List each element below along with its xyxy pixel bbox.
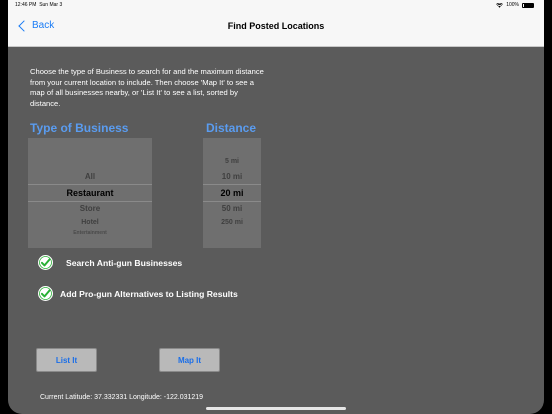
business-type-label: Type of Business [30,121,129,135]
picker-selection-line-top [28,184,152,185]
picker-option[interactable]: Hotel [28,219,152,226]
home-indicator[interactable] [206,407,346,410]
battery-percent: 100% [506,2,519,8]
picker-selection-line-bottom [203,201,261,202]
checkmark-icon[interactable] [38,286,53,301]
battery-icon [522,2,534,8]
picker-selection-line-bottom [28,201,152,202]
status-date: Sun Mar 3 [39,2,63,8]
checkmark-glyph [39,256,52,269]
current-location-text: Current Latitude: 37.332331 Longitude: -… [40,394,204,401]
anti-gun-checkbox-row[interactable]: Search Anti-gun Businesses [38,255,182,270]
map-it-button[interactable]: Map It [159,348,220,372]
checkmark-glyph [39,287,52,300]
list-it-button[interactable]: List It [36,348,97,372]
distance-label: Distance [206,121,257,135]
business-type-picker[interactable]: All Restaurant Store Hotel Entertainment [28,138,152,248]
status-time: 12:46 PM [15,2,37,8]
picker-option[interactable]: 5 mi [203,158,261,165]
picker-option-selected[interactable]: 20 mi [203,188,261,198]
picker-option[interactable]: 10 mi [203,172,261,181]
wifi-icon [496,2,504,8]
status-time-date: 12:46 PM Sun Mar 3 [15,2,62,8]
picker-option[interactable]: All [28,172,152,181]
picker-option-selected[interactable]: Restaurant [28,188,152,198]
pro-gun-checkbox-label: Add Pro-gun Alternatives to Listing Resu… [60,288,238,299]
pro-gun-checkbox-row[interactable]: Add Pro-gun Alternatives to Listing Resu… [38,286,238,301]
device-frame: 12:46 PM Sun Mar 3 100% Back Find Posted… [0,0,552,414]
distance-picker[interactable]: 5 mi 10 mi 20 mi 50 mi 250 mi [203,138,261,248]
anti-gun-checkbox-label: Search Anti-gun Businesses [66,257,183,268]
picker-option[interactable]: 250 mi [203,219,261,226]
picker-option[interactable]: Store [28,204,152,213]
status-indicators: 100% [496,2,534,8]
app-screen: 12:46 PM Sun Mar 3 100% Back Find Posted… [8,0,544,414]
navigation-bar: Back Find Posted Locations [8,9,544,47]
picker-option[interactable]: Entertainment [28,230,152,236]
page-title: Find Posted Locations [227,21,325,31]
picker-option[interactable]: 50 mi [203,204,261,213]
picker-selection-line-top [203,184,261,185]
status-bar: 12:46 PM Sun Mar 3 100% [8,0,544,9]
instructions-text: Choose the type of Business to search fo… [30,67,264,108]
checkmark-icon[interactable] [38,255,53,270]
